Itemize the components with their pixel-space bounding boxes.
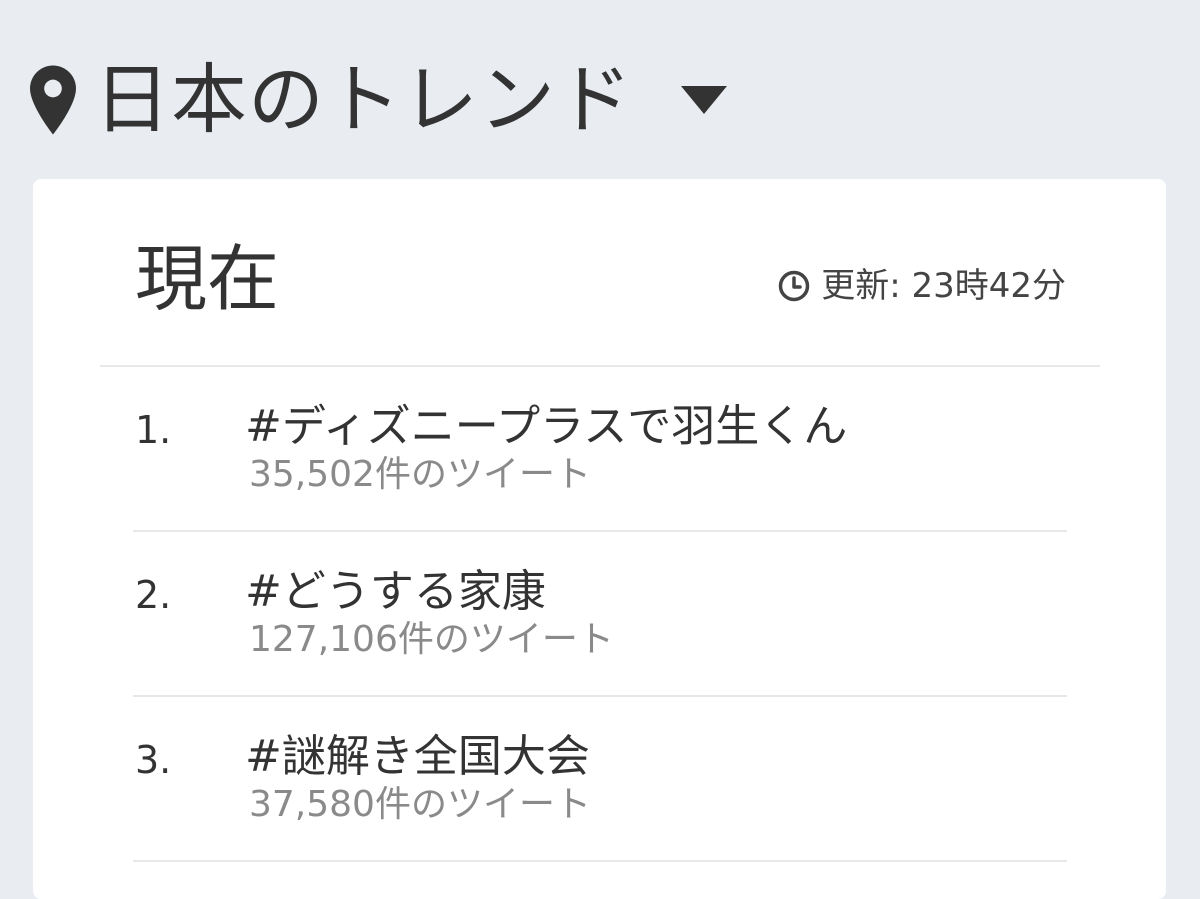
trend-name[interactable]: #ディズニープラスで羽生くん <box>245 405 847 449</box>
caret-down-icon[interactable] <box>681 86 727 114</box>
trend-item[interactable]: 2. #どうする家康 127,106件のツイート <box>133 532 1067 697</box>
trend-list: 1. #ディズニープラスで羽生くん 35,502件のツイート 2. #どうする家… <box>133 367 1067 862</box>
card-title: 現在 <box>135 237 280 321</box>
updated-timestamp: 更新: 23時42分 <box>777 269 1066 303</box>
trend-item[interactable]: 3. #謎解き全国大会 37,580件のツイート <box>133 697 1067 862</box>
updated-label: 更新: 23時42分 <box>821 266 1066 306</box>
trend-tweet-count: 37,580件のツイート <box>249 784 591 825</box>
trend-rank: 2. <box>135 573 172 617</box>
trend-rank: 1. <box>135 408 172 452</box>
trend-name[interactable]: #謎解き全国大会 <box>245 735 590 779</box>
trends-location-title: 日本のトレンド <box>94 55 633 144</box>
map-pin-icon <box>30 65 76 135</box>
trend-rank: 3. <box>135 738 172 782</box>
trends-card: 現在 更新: 23時42分 1. #ディズニープラスで羽生くん 35,502件の… <box>33 179 1166 899</box>
trend-tweet-count: 127,106件のツイート <box>249 619 614 660</box>
trend-tweet-count: 35,502件のツイート <box>249 454 591 495</box>
trend-item[interactable]: 1. #ディズニープラスで羽生くん 35,502件のツイート <box>133 367 1067 532</box>
clock-icon <box>778 270 810 302</box>
trend-name[interactable]: #どうする家康 <box>245 570 546 614</box>
trends-location-header[interactable]: 日本のトレンド <box>30 50 727 150</box>
